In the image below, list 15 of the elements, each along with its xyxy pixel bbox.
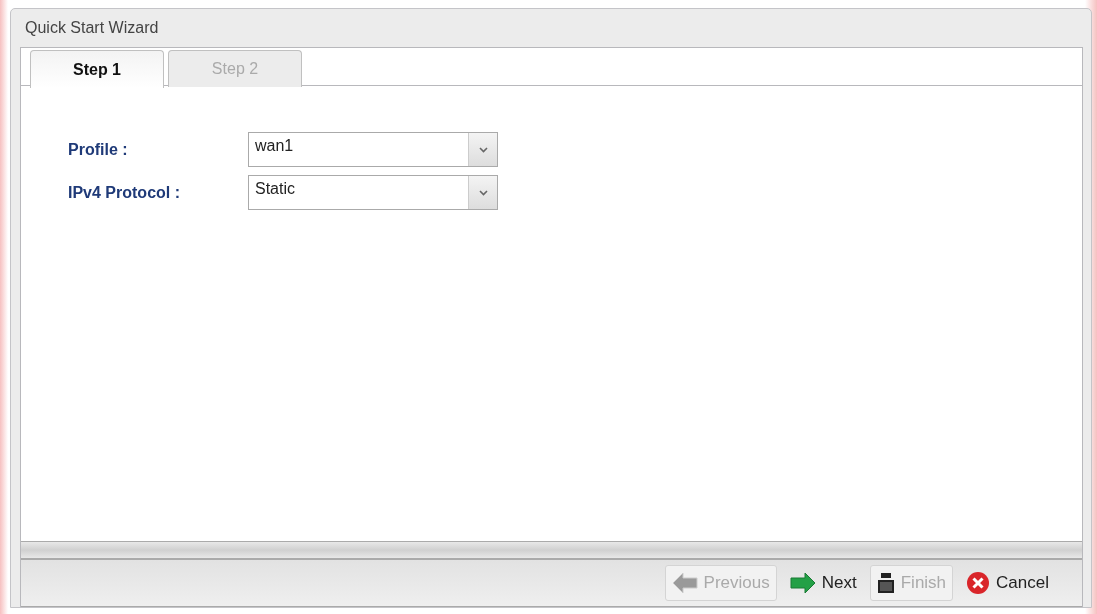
field-label: IPv4 Protocol : xyxy=(68,183,182,202)
window-title: Quick Start Wizard xyxy=(25,19,159,37)
splitter-bar[interactable] xyxy=(21,541,1082,560)
wizard-button[interactable]: Next xyxy=(782,565,864,601)
close-icon xyxy=(966,571,991,595)
printer-icon xyxy=(876,572,895,594)
step-tab[interactable]: Step 1 xyxy=(30,50,164,88)
dropdown-field[interactable]: wan1 xyxy=(248,132,498,167)
wizard-button[interactable]: Cancel xyxy=(959,565,1056,601)
chevron-down-icon xyxy=(478,189,488,196)
field-label: Profile : xyxy=(68,140,129,159)
arrow-left-icon xyxy=(671,572,698,594)
dropdown-field[interactable]: Static xyxy=(248,175,498,210)
arrow-right-icon xyxy=(789,572,816,594)
chevron-down-icon xyxy=(478,146,488,153)
